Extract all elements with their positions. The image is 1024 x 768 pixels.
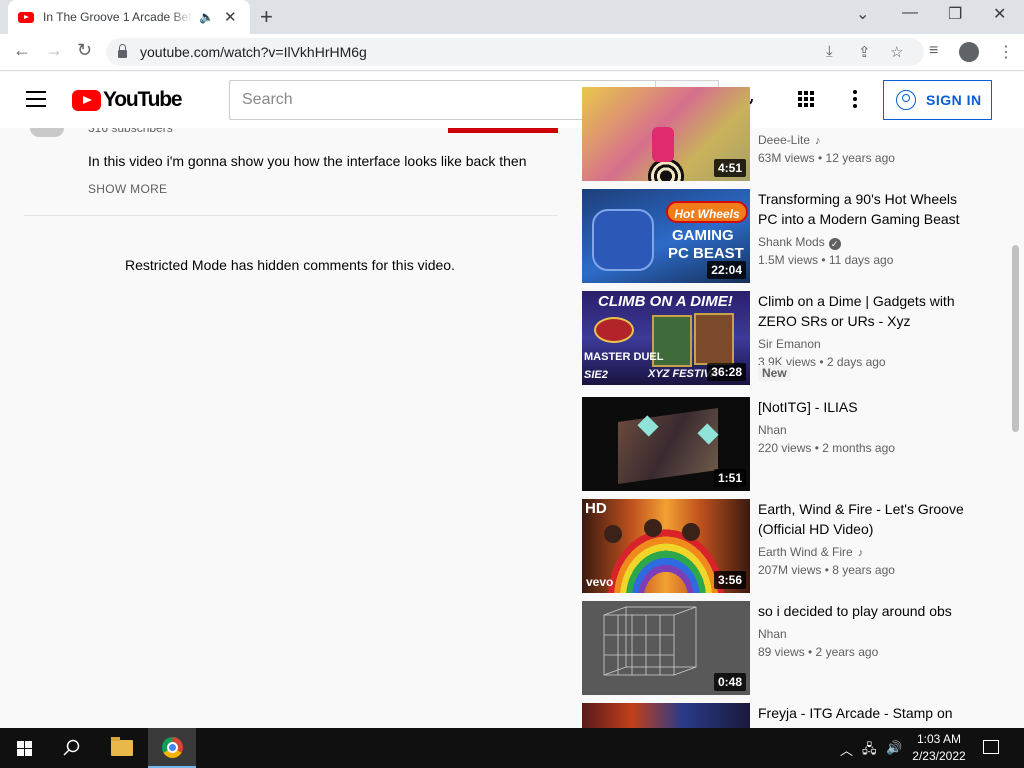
channel-name[interactable]: Earth Wind & Fire ♪: [758, 543, 863, 562]
channel-name[interactable]: Deee-Lite ♪: [758, 131, 821, 150]
volume-icon[interactable]: 🔊: [886, 740, 902, 756]
restricted-mode-notice: Restricted Mode has hidden comments for …: [125, 257, 455, 273]
recommendation-item[interactable]: 0:48 so i decided to play around obs Nha…: [582, 601, 982, 695]
address-bar[interactable]: youtube.com/watch?v=IlVkhHrHM6g: [106, 38, 924, 66]
channel-name[interactable]: Sir Emanon: [758, 335, 821, 353]
youtube-logo[interactable]: YouTube: [72, 88, 183, 112]
lock-icon[interactable]: [118, 44, 127, 58]
video-duration: 3:56: [713, 571, 746, 589]
new-tab-button[interactable]: +: [260, 4, 273, 30]
channel-name[interactable]: Nhan: [758, 421, 787, 439]
bookmark-star-icon[interactable]: ☆: [890, 43, 903, 61]
video-thumbnail[interactable]: CLIMB ON A DIME! MASTER DUEL SIE2 XYZ FE…: [582, 291, 750, 385]
thumbnail-text: GAMING: [672, 227, 734, 244]
video-meta: 89 views • 2 years ago: [758, 645, 879, 659]
channel-name[interactable]: Shank Mods ✓: [758, 233, 841, 251]
video-meta: 1.5M views • 11 days ago: [758, 253, 894, 267]
minimize-button[interactable]: —: [902, 4, 918, 22]
recommendation-item[interactable]: Freyja - ITG Arcade - Stamp on the Groun…: [582, 703, 982, 728]
thumbnail-logo-text: MASTER DUEL: [584, 351, 664, 363]
music-note-icon: ♪: [815, 135, 821, 147]
windows-taskbar: ︿ 🖧 🔊 1:03 AM 2/23/2022: [0, 728, 1024, 768]
chrome-icon[interactable]: [162, 737, 183, 758]
notification-center-icon[interactable]: [983, 740, 999, 754]
video-meta: 207M views • 8 years ago: [758, 563, 895, 577]
subscribe-button[interactable]: [448, 128, 558, 133]
system-clock[interactable]: 1:03 AM 2/23/2022: [906, 731, 972, 765]
video-duration: 22:04: [707, 261, 746, 279]
video-title[interactable]: Climb on a Dime | Gadgets with ZERO SRs …: [758, 291, 968, 331]
recommendation-item[interactable]: 4:51 Deee-Lite ♪ 63M views • 12 years ago: [582, 87, 982, 181]
video-thumbnail[interactable]: Hot Wheels GAMING PC BEAST 22:04: [582, 189, 750, 283]
share-icon[interactable]: ⇪: [858, 43, 871, 61]
profile-avatar-icon[interactable]: [959, 42, 979, 62]
video-duration: 36:28: [707, 363, 746, 381]
recommendation-item[interactable]: HD vevo 3:56 Earth, Wind & Fire - Let's …: [582, 499, 982, 593]
thumbnail-brand-text: Hot Wheels: [666, 201, 748, 223]
hamburger-menu-icon[interactable]: [26, 91, 46, 112]
media-control-icon[interactable]: ≡: [929, 42, 938, 60]
subscriber-count: 316 subscribers: [88, 128, 173, 134]
video-duration: 1:51: [713, 469, 746, 487]
close-tab-icon[interactable]: ✕: [224, 8, 237, 26]
video-title[interactable]: [NotITG] - ILIAS: [758, 397, 968, 417]
recommendation-item[interactable]: Hot Wheels GAMING PC BEAST 22:04 Transfo…: [582, 189, 982, 283]
clock-time: 1:03 AM: [916, 732, 962, 746]
windows-start-icon[interactable]: [17, 741, 32, 756]
video-title[interactable]: Earth, Wind & Fire - Let's Groove (Offic…: [758, 499, 968, 539]
video-thumbnail[interactable]: 1:51: [582, 397, 750, 491]
divider: [24, 215, 558, 216]
video-thumbnail[interactable]: HD vevo 3:56: [582, 499, 750, 593]
verified-check-icon: ✓: [828, 238, 841, 250]
thumbnail-banner-text: CLIMB ON A DIME!: [598, 293, 733, 310]
maximize-button[interactable]: ❐: [948, 4, 962, 24]
back-button[interactable]: ←: [13, 40, 31, 61]
channel-avatar[interactable]: [30, 128, 64, 137]
youtube-favicon-icon: [18, 11, 34, 23]
video-title[interactable]: Transforming a 90's Hot Wheels PC into a…: [758, 189, 968, 229]
clock-date: 2/23/2022: [912, 749, 966, 763]
hd-label: HD: [585, 500, 607, 517]
close-window-button[interactable]: ✕: [993, 4, 1006, 24]
reload-button[interactable]: ↻: [77, 40, 92, 61]
forward-button[interactable]: →: [45, 40, 63, 61]
show-more-button[interactable]: SHOW MORE: [88, 182, 167, 196]
show-hidden-icons-icon[interactable]: ︿: [840, 740, 853, 759]
recommendation-item[interactable]: CLIMB ON A DIME! MASTER DUEL SIE2 XYZ FE…: [582, 291, 982, 385]
install-app-icon[interactable]: ⤓: [826, 43, 833, 60]
tab-title: In The Groove 1 Arcade Beta: [43, 10, 193, 24]
youtube-wordmark: YouTube: [103, 88, 183, 111]
thumbnail-text: PC BEAST: [668, 245, 744, 262]
video-description: In this video i'm gonna show you how the…: [88, 153, 527, 169]
network-icon[interactable]: 🖧: [862, 740, 877, 762]
video-meta: 220 views • 2 months ago: [758, 441, 895, 455]
browser-tab-strip: In The Groove 1 Arcade Beta 🔈 ✕ + ⌄ — ❐ …: [0, 0, 1024, 34]
video-thumbnail[interactable]: 4:51: [582, 87, 750, 181]
taskbar-search-icon[interactable]: [62, 738, 82, 758]
youtube-play-icon: [72, 89, 101, 111]
url-text[interactable]: youtube.com/watch?v=IlVkhHrHM6g: [140, 44, 367, 60]
page-scrollbar[interactable]: [1012, 245, 1019, 432]
thumbnail-text: SIE2: [584, 369, 608, 381]
chrome-menu-icon[interactable]: ⋮: [998, 42, 1014, 62]
video-thumbnail[interactable]: [582, 703, 750, 728]
channel-name[interactable]: Nhan: [758, 625, 787, 643]
video-meta: 63M views • 12 years ago: [758, 151, 895, 165]
music-note-icon: ♪: [857, 547, 864, 559]
video-duration: 4:51: [713, 159, 746, 177]
vevo-label: vevo: [586, 575, 614, 589]
file-explorer-icon[interactable]: [111, 737, 133, 756]
video-title[interactable]: so i decided to play around obs: [758, 601, 968, 621]
browser-toolbar: ← → ↻ youtube.com/watch?v=IlVkhHrHM6g ⤓ …: [0, 34, 1024, 71]
video-title[interactable]: Freyja - ITG Arcade - Stamp on the Groun…: [758, 703, 968, 728]
video-duration: 0:48: [713, 673, 746, 691]
tab-search-icon[interactable]: ⌄: [856, 4, 869, 24]
video-thumbnail[interactable]: 0:48: [582, 601, 750, 695]
speaker-icon[interactable]: 🔈: [199, 10, 214, 24]
new-badge: New: [758, 365, 791, 381]
recommendation-item[interactable]: 1:51 [NotITG] - ILIAS Nhan 220 views • 2…: [582, 397, 982, 491]
browser-tab[interactable]: In The Groove 1 Arcade Beta 🔈 ✕: [8, 0, 250, 34]
